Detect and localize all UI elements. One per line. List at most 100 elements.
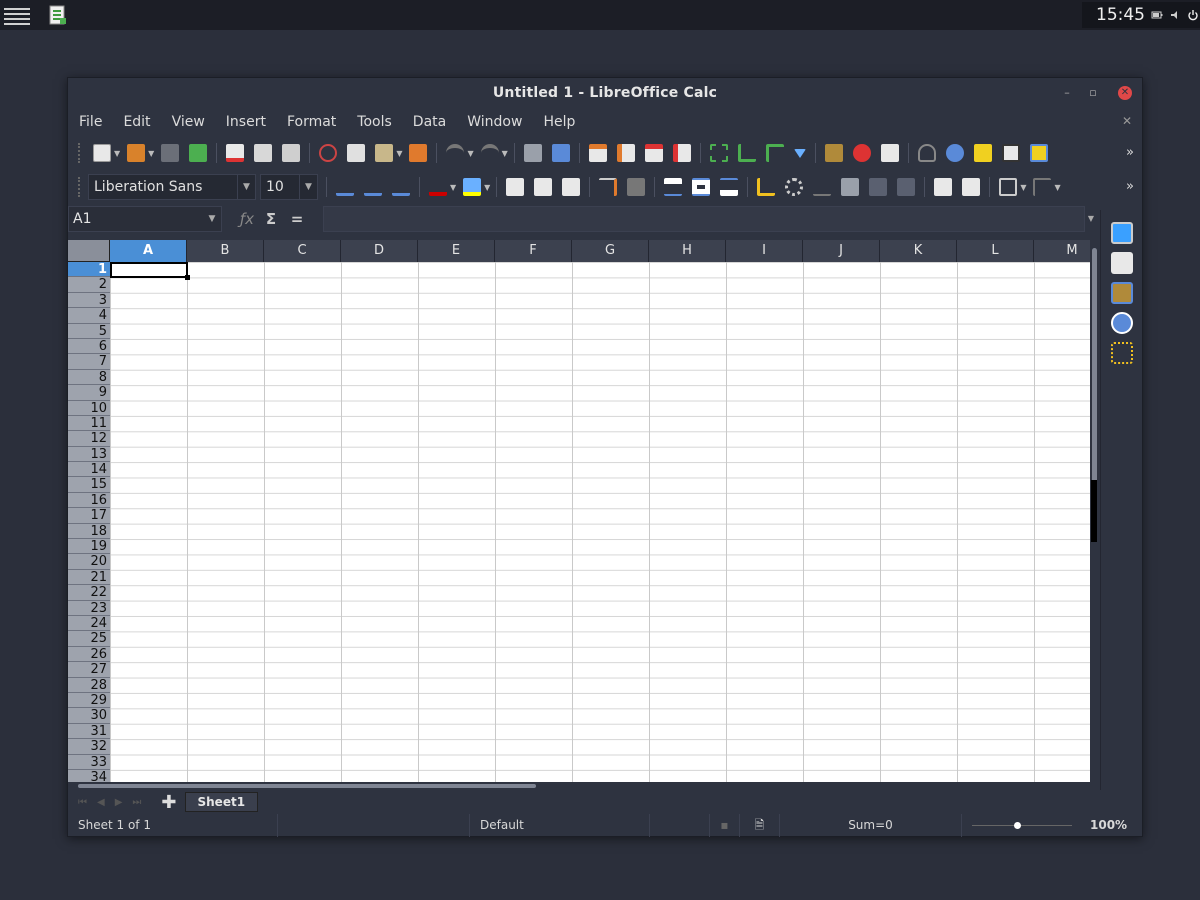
print-preview-icon[interactable] xyxy=(282,144,301,162)
last-sheet-icon[interactable]: ⏭ xyxy=(132,797,141,808)
autofilter-icon[interactable] xyxy=(793,148,806,158)
volume-icon[interactable] xyxy=(1169,9,1181,21)
column-header-c[interactable]: C xyxy=(264,240,341,262)
toolbar-grip[interactable] xyxy=(78,177,82,197)
sort-descending-icon[interactable] xyxy=(765,144,784,162)
new-document-icon[interactable] xyxy=(93,144,111,162)
toolbar-overflow-icon[interactable]: » xyxy=(1126,145,1134,160)
column-header-e[interactable]: E xyxy=(418,240,495,262)
next-sheet-icon[interactable]: ▶ xyxy=(115,797,123,808)
active-cell-cursor[interactable] xyxy=(110,262,190,280)
title-bar[interactable]: Untitled 1 - LibreOffice Calc – ▫ ✕ xyxy=(68,78,1142,108)
chevron-down-icon[interactable]: ▼ xyxy=(237,175,255,199)
font-size-combobox[interactable]: 10 ▼ xyxy=(260,174,318,200)
menu-format[interactable]: Format xyxy=(287,114,336,130)
sheet-info[interactable]: Sheet 1 of 1 xyxy=(68,814,278,837)
open-dropdown-icon[interactable]: ▼ xyxy=(148,149,154,158)
name-box[interactable]: A1 ▼ xyxy=(68,206,222,232)
row-header-25[interactable]: 25 xyxy=(68,631,110,647)
underline-icon[interactable] xyxy=(392,178,410,196)
date-format-icon[interactable] xyxy=(841,178,860,196)
menu-view[interactable]: View xyxy=(172,114,205,130)
row-header-1[interactable]: 1 xyxy=(68,262,110,278)
undo-dropdown-icon[interactable]: ▼ xyxy=(467,149,473,158)
row-header-27[interactable]: 27 xyxy=(68,662,110,678)
row-header-21[interactable]: 21 xyxy=(68,570,110,586)
row-header-23[interactable]: 23 xyxy=(68,601,110,616)
row-header-11[interactable]: 11 xyxy=(68,416,110,432)
font-name-combobox[interactable]: Liberation Sans ▼ xyxy=(88,174,256,200)
first-sheet-icon[interactable]: ⏮ xyxy=(78,797,87,808)
find-replace-icon[interactable] xyxy=(523,144,542,162)
row-header-13[interactable]: 13 xyxy=(68,447,110,463)
document-modified-icon[interactable]: 🗎 xyxy=(740,814,780,837)
styles-icon[interactable] xyxy=(1110,252,1133,274)
toolbar-grip[interactable] xyxy=(78,143,82,163)
row-header-14[interactable]: 14 xyxy=(68,462,110,478)
clone-formatting-icon[interactable] xyxy=(409,144,428,162)
hyperlink-icon[interactable] xyxy=(945,144,964,162)
row-header-34[interactable]: 34 xyxy=(68,770,110,782)
vertical-scroll-thumb[interactable] xyxy=(1092,248,1097,508)
insert-image-icon[interactable] xyxy=(824,144,843,162)
row-header-4[interactable]: 4 xyxy=(68,308,110,324)
column-header-i[interactable]: I xyxy=(726,240,803,262)
horizontal-scrollbar[interactable] xyxy=(68,782,1100,790)
clock[interactable]: 15:45 xyxy=(1096,5,1145,25)
close-document-icon[interactable]: ✕ xyxy=(1122,114,1132,128)
align-left-icon[interactable] xyxy=(506,178,525,196)
percent-format-icon[interactable] xyxy=(785,178,804,196)
align-top-icon[interactable] xyxy=(664,178,683,196)
spelling-icon[interactable] xyxy=(551,144,570,162)
decrease-indent-icon[interactable] xyxy=(962,178,981,196)
menu-help[interactable]: Help xyxy=(543,114,575,130)
add-decimal-icon[interactable] xyxy=(869,178,888,196)
horizontal-scroll-thumb[interactable] xyxy=(78,784,536,788)
borders-dropdown-icon[interactable]: ▼ xyxy=(1020,183,1026,192)
sidebar-resize-handle[interactable] xyxy=(1091,480,1097,542)
row-header-33[interactable]: 33 xyxy=(68,755,110,770)
column-header-k[interactable]: K xyxy=(880,240,957,262)
zoom-slider[interactable] xyxy=(962,814,1082,837)
row-header-32[interactable]: 32 xyxy=(68,739,110,755)
cells-area[interactable] xyxy=(110,262,1090,782)
headers-footers-icon[interactable] xyxy=(1001,144,1020,162)
delete-row-icon[interactable] xyxy=(644,144,663,162)
formula-icon[interactable]: = xyxy=(286,210,308,228)
font-color-icon[interactable] xyxy=(429,178,447,196)
row-header-7[interactable]: 7 xyxy=(68,354,110,370)
selection-mode-icon[interactable]: ▪ xyxy=(710,814,740,837)
save-remote-icon[interactable] xyxy=(161,144,180,162)
row-header-15[interactable]: 15 xyxy=(68,477,110,493)
chevron-down-icon[interactable]: ▼ xyxy=(299,175,317,199)
row-header-3[interactable]: 3 xyxy=(68,293,110,309)
row-header-30[interactable]: 30 xyxy=(68,708,110,724)
column-header-f[interactable]: F xyxy=(495,240,572,262)
number-format-icon[interactable] xyxy=(813,178,832,196)
delete-decimal-icon[interactable] xyxy=(897,178,916,196)
functions-icon[interactable] xyxy=(1110,342,1133,364)
previous-sheet-icon[interactable]: ◀ xyxy=(97,797,105,808)
background-color-icon[interactable] xyxy=(463,178,482,196)
border-style-icon[interactable] xyxy=(1033,178,1052,196)
power-icon[interactable] xyxy=(1187,9,1199,21)
export-pdf-icon[interactable] xyxy=(226,144,245,162)
zoom-level[interactable]: 100% xyxy=(1082,814,1127,837)
menu-tools[interactable]: Tools xyxy=(357,114,392,130)
special-character-icon[interactable] xyxy=(917,144,936,162)
column-header-l[interactable]: L xyxy=(957,240,1034,262)
borders-icon[interactable] xyxy=(999,178,1018,196)
copy-icon[interactable] xyxy=(347,144,366,162)
app-menu-icon[interactable] xyxy=(4,5,30,25)
wrap-text-icon[interactable] xyxy=(599,178,618,196)
menu-data[interactable]: Data xyxy=(413,114,446,130)
gallery-icon[interactable] xyxy=(1110,282,1133,304)
row-header-10[interactable]: 10 xyxy=(68,401,110,416)
cut-icon[interactable] xyxy=(319,144,338,162)
close-button[interactable]: ✕ xyxy=(1118,86,1132,100)
row-header-18[interactable]: 18 xyxy=(68,524,110,540)
maximize-button[interactable]: ▫ xyxy=(1086,86,1100,100)
column-header-a[interactable]: A xyxy=(110,240,187,262)
menu-insert[interactable]: Insert xyxy=(226,114,266,130)
minimize-button[interactable]: – xyxy=(1060,86,1074,100)
